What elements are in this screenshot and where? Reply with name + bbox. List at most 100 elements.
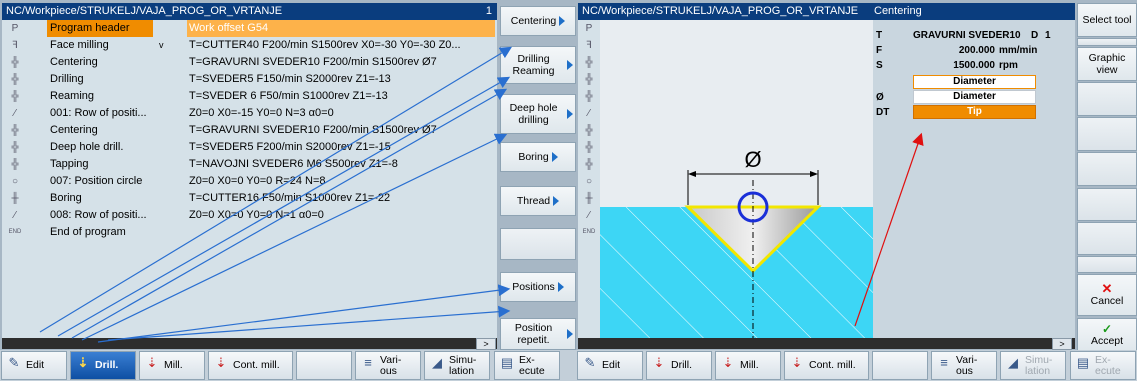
softkey-select-tool[interactable]: Select tool	[1077, 3, 1137, 37]
status-bar	[2, 338, 497, 349]
softkey-empty[interactable]	[1077, 38, 1137, 46]
step-name: Program header	[47, 20, 153, 37]
execute-icon: ▤	[1076, 354, 1090, 370]
softkey-label: Drill.	[95, 359, 119, 371]
step-detail: T=SVEDER5 F200/min S2000rev Z1=-15	[189, 141, 391, 153]
tool-name[interactable]: GRAVURNI SVEDER10	[913, 30, 1021, 42]
right-screen: NC/Workpiece/STRUKELJ/VAJA_PROG_OR_VRTAN…	[576, 0, 1137, 381]
step-icon: P	[585, 23, 593, 34]
panel-title: Centering	[874, 5, 922, 17]
softkey-ex-ecute[interactable]: ▤ Ex- ecute	[1070, 351, 1136, 380]
softkey-graphic-view[interactable]: Graphic view	[1077, 47, 1137, 81]
program-row[interactable]: ╬ Centering T=GRAVURNI SVEDER10 F200/min S…	[2, 54, 497, 71]
speed-field[interactable]: 1500.000	[929, 60, 995, 72]
feed-field[interactable]: 200.000	[929, 45, 995, 57]
softkey-label: Edit	[26, 359, 45, 371]
step-icon: ⁄	[588, 108, 590, 119]
softkey-edit[interactable]: ✎ Edit	[1, 351, 67, 380]
softkey-accept[interactable]: ✓ Accept	[1077, 318, 1137, 352]
program-row[interactable]: ⁄ 008: Row of positi... Z0=0 X0=0 Y0=0 N=1…	[2, 207, 497, 224]
softkey-cont-mill[interactable]: ⇣ Cont. mill.	[784, 351, 869, 380]
program-row[interactable]: ╬ Deep hole drill. T=SVEDER5 F200/min S200…	[2, 139, 497, 156]
parameter-panel: T GRAVURNI SVEDER10 D 1 F 200.000 mm/min…	[873, 20, 1075, 150]
softkey-cont-mill[interactable]: ⇣ Cont. mill.	[208, 351, 293, 380]
softkey-thread[interactable]: Thread	[500, 186, 576, 216]
softkey-deep-hole-drilling[interactable]: Deep hole drilling	[500, 94, 576, 134]
softkey-vari-ous[interactable]: ≡ Vari- ous	[931, 351, 997, 380]
program-row[interactable]: ⁄ 001: Row of positi... Z0=0 X0=-15 Y0=0 N…	[2, 105, 497, 122]
left-screen: NC/Workpiece/STRUKELJ/VAJA_PROG_OR_VRTAN…	[0, 0, 576, 381]
program-row[interactable]: ╬ Tapping T=NAVOJNI SVEDER6 M6 S500rev Z1=…	[2, 156, 497, 173]
program-path-title-right: NC/Workpiece/STRUKELJ/VAJA_PROG_OR_VRTAN…	[578, 3, 1075, 20]
contour-mill-icon: ⇣	[215, 354, 227, 370]
step-detail: T=SVEDER 6 F50/min S1000rev Z1=-13	[189, 90, 388, 102]
softkey-simu-lation[interactable]: ◢ Simu- lation	[424, 351, 490, 380]
program-row[interactable]: ╬ Reaming T=SVEDER 6 F50/min S1000rev Z1=-…	[2, 88, 497, 105]
program-row[interactable]: ○ 007: Position circle Z0=0 X0=0 Y0=0 R=24…	[2, 173, 497, 190]
program-row[interactable]: ╫ Boring T=CUTTER16 F50/min S1000rev Z1=-2…	[2, 190, 497, 207]
step-name: Centering	[50, 124, 98, 136]
scroll-right-button[interactable]: >	[476, 338, 496, 350]
step-icon: ꟻ	[586, 40, 592, 51]
step-icon: END	[582, 229, 596, 235]
program-row[interactable]: P Program header Work offset G54	[2, 20, 497, 37]
simulation-icon: ◢	[432, 354, 442, 370]
tool-d-number[interactable]: 1	[1045, 30, 1051, 42]
softkey-label: Select tool	[1082, 14, 1132, 26]
softkey-label: Ex- ecute	[519, 353, 545, 377]
step-icon: ╬	[585, 159, 593, 170]
softkey-empty[interactable]	[872, 351, 928, 380]
softkey-drill[interactable]: ⇣ Drill.	[70, 351, 136, 380]
channel-number: 1	[485, 5, 492, 17]
softkey-label: Accept	[1090, 335, 1124, 347]
softkey-vari-ous[interactable]: ≡ Vari- ous	[355, 351, 421, 380]
chevron-right-icon	[567, 60, 573, 70]
step-icon: ⁄	[14, 108, 16, 119]
mode-select[interactable]: Diameter	[913, 75, 1036, 89]
softkey-mill[interactable]: ⇣ Mill.	[139, 351, 205, 380]
softkey-empty[interactable]	[1077, 152, 1137, 186]
chevron-right-icon	[551, 152, 558, 162]
program-row[interactable]: ╬ Drilling T=SVEDER5 F150/min S2000rev Z1=…	[2, 71, 497, 88]
softkey-drilling-reaming[interactable]: Drilling Reaming	[500, 46, 576, 84]
drill-icon: ⇣	[653, 354, 665, 370]
program-list: P Program header Work offset G54 ꟻ Face mill…	[2, 20, 497, 338]
step-icon: ╬	[11, 125, 19, 136]
softkey-boring[interactable]: Boring	[500, 142, 576, 172]
step-detail: T=GRAVURNI SVEDER10 F200/min S1500rev Ø7	[189, 56, 437, 68]
softkey-ex-ecute[interactable]: ▤ Ex- ecute	[494, 351, 560, 380]
scroll-right-button-right[interactable]: >	[1052, 338, 1072, 350]
softkey-mill[interactable]: ⇣ Mill.	[715, 351, 781, 380]
diameter-select[interactable]: Diameter	[913, 90, 1036, 104]
chevron-right-icon	[553, 196, 560, 206]
softkey-empty[interactable]	[296, 351, 352, 380]
softkey-empty[interactable]	[1077, 82, 1137, 116]
softkey-drill[interactable]: ⇣ Drill.	[646, 351, 712, 380]
step-name: Deep hole drill.	[50, 141, 124, 153]
status-bar-right	[578, 338, 1075, 349]
step-icon: ╫	[585, 193, 593, 204]
step-icon: ○	[585, 176, 593, 187]
edit-icon: ✎	[8, 354, 20, 370]
softkey-simu-lation[interactable]: ◢ Simu- lation	[1000, 351, 1066, 380]
dt-select[interactable]: Tip	[913, 105, 1036, 119]
softkey-empty[interactable]	[1077, 256, 1137, 273]
softkey-empty[interactable]	[500, 228, 576, 260]
softkey-empty[interactable]	[1077, 117, 1137, 151]
softkey-position-repetit[interactable]: Position repetit.	[500, 318, 576, 350]
step-icon: ╫	[11, 193, 19, 204]
step-icon: ⁄	[588, 210, 590, 221]
softkey-empty[interactable]	[1077, 222, 1137, 255]
softkey-edit[interactable]: ✎ Edit	[577, 351, 643, 380]
softkey-label: Mill.	[740, 359, 759, 371]
softkey-centering[interactable]: Centering	[500, 6, 576, 36]
program-row[interactable]: END End of program	[2, 224, 497, 241]
program-row[interactable]: ╬ Centering T=GRAVURNI SVEDER10 F200/min S…	[2, 122, 497, 139]
program-row[interactable]: ꟻ Face milling v T=CUTTER40 F200/min S1500r…	[2, 37, 497, 54]
softkey-positions[interactable]: Positions	[500, 272, 576, 302]
softkey-cancel[interactable]: ✕ Cancel	[1077, 274, 1137, 316]
step-icon: ⁄	[14, 210, 16, 221]
edit-icon: ✎	[584, 354, 596, 370]
contour-mill-icon: ⇣	[791, 354, 803, 370]
softkey-empty[interactable]	[1077, 188, 1137, 221]
